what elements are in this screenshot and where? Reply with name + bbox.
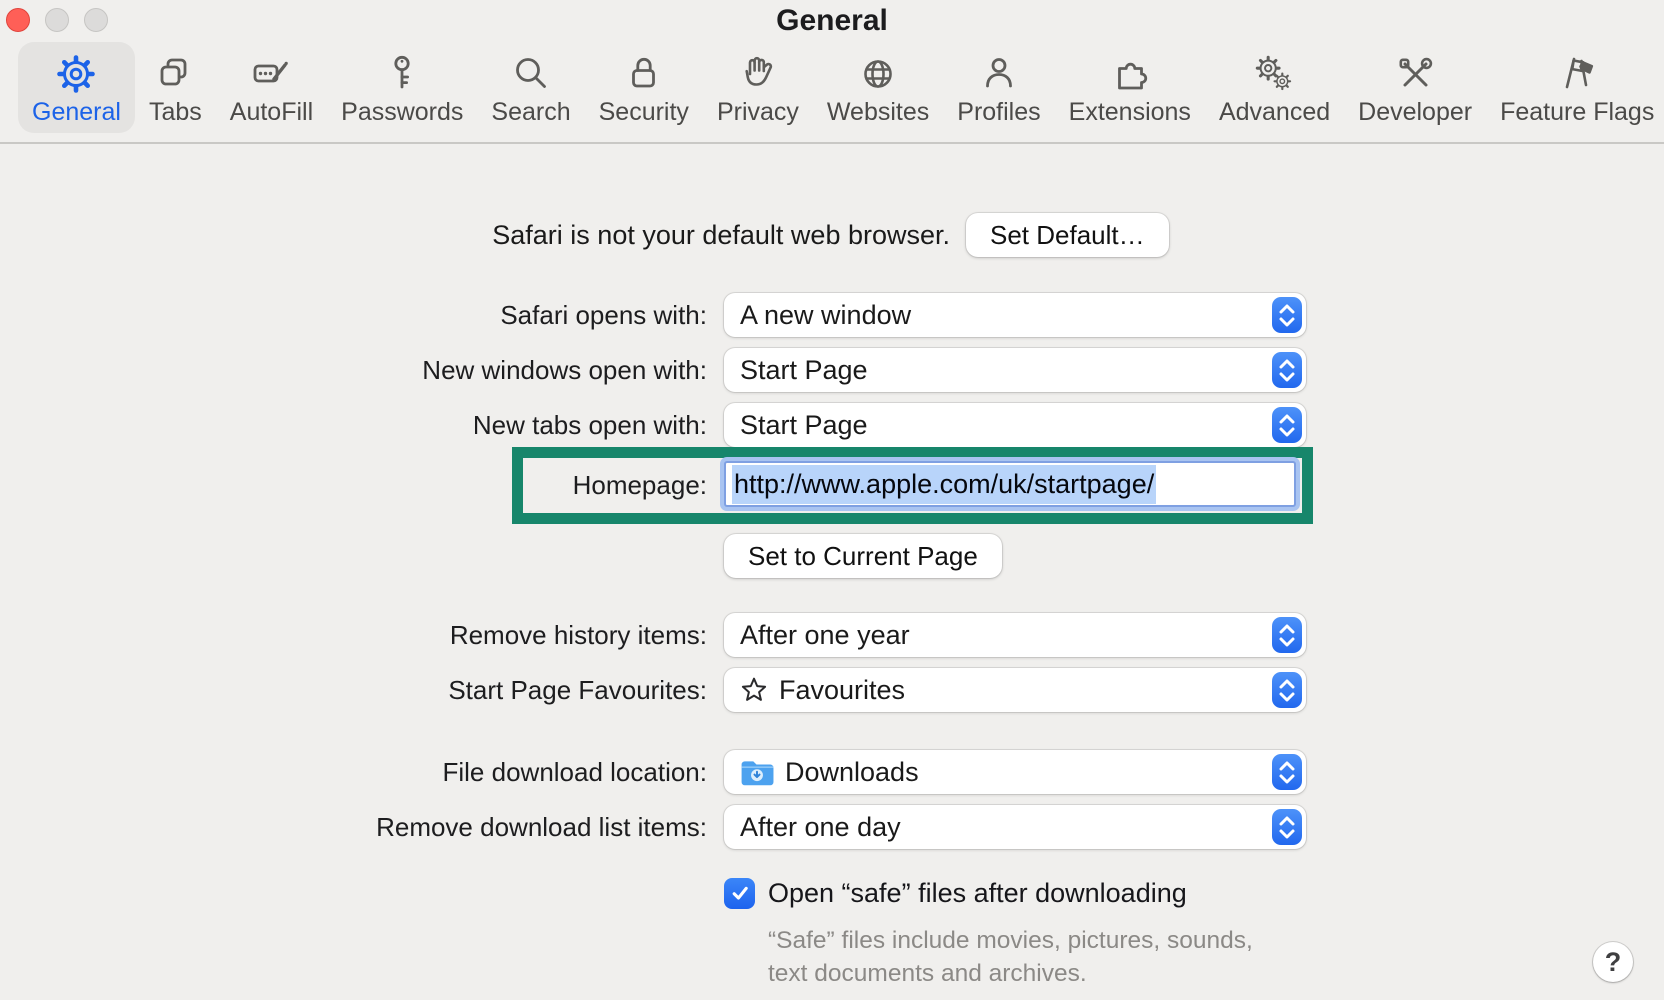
popup-value: After one day [740,811,901,842]
popup-value: A new window [740,299,912,330]
chevron-up-down-icon[interactable] [1272,617,1302,653]
tab-label: Websites [826,98,930,126]
remove-download-list-items-label: Remove download list items: [376,812,707,842]
safe-files-note-line2: text documents and archives. [768,960,1087,987]
tab-label: Profiles [957,98,1041,126]
remove-history-items-row: Remove history items: After one year [0,613,1664,657]
title-bar: General [0,0,1664,40]
default-browser-row: Safari is not your default web browser. … [0,213,1664,257]
set-to-current-page-button[interactable]: Set to Current Page [724,534,1002,578]
tab-search[interactable]: Search [477,42,584,133]
chevron-up-down-icon[interactable] [1272,352,1302,388]
tab-feature-flags[interactable]: Feature Flags [1486,42,1664,133]
chevron-up-down-icon[interactable] [1272,809,1302,845]
window-title: General [776,4,888,37]
remove-history-items-label: Remove history items: [449,620,707,650]
start-page-favourites-label: Start Page Favourites: [448,675,707,705]
lock-icon [631,57,655,88]
safe-files-note-line1: “Safe” files include movies, pictures, s… [768,927,1253,954]
safari-settings-window: General General Tabs AutoFill Passwords … [0,0,1664,1000]
gear-icon [53,51,99,97]
open-safe-files-label: Open “safe” files after downloading [768,877,1187,908]
remove-download-list-items-row: Remove download list items: After one da… [0,805,1664,849]
popup-value: Start Page [740,354,868,385]
file-download-location-row: File download location: Downloads [0,750,1664,794]
puzzle-icon [1117,62,1147,90]
homepage-input[interactable]: http://www.apple.com/uk/startpage/ [724,461,1296,507]
tab-label: Extensions [1068,98,1191,126]
new-tabs-open-with-label: New tabs open with: [472,410,707,440]
popup-value: After one year [740,619,910,650]
tab-label: Passwords [341,98,464,126]
tab-websites[interactable]: Websites [813,42,943,133]
start-page-favourites-popup[interactable]: Favourites [724,668,1306,712]
selected-text: http://www.apple.com/uk/startpage/ [732,464,1157,504]
safari-opens-with-label: Safari opens with: [500,300,707,330]
globe-icon [864,60,892,88]
tab-label: Search [491,98,571,126]
popup-value: Downloads [785,756,919,787]
flags-icon [1565,57,1594,89]
checkmark-icon [732,886,748,900]
set-default-button[interactable]: Set Default… [966,213,1169,257]
remove-history-items-popup[interactable]: After one year [724,613,1306,657]
new-windows-open-with-row: New windows open with: Start Page [0,348,1664,392]
chevron-up-down-icon[interactable] [1272,754,1302,790]
start-page-favourites-row: Start Page Favourites: Favourites [0,668,1664,712]
file-download-location-popup[interactable]: Downloads [724,750,1306,794]
popup-value: Start Page [740,409,868,440]
tab-label: Developer [1358,98,1473,126]
tab-developer[interactable]: Developer [1344,42,1486,133]
safari-opens-with-row: Safari opens with: A new window [0,293,1664,337]
open-safe-files-row: Open “safe” files after downloading [724,877,1187,909]
chevron-up-down-icon[interactable] [1272,407,1302,443]
new-tabs-open-with-popup[interactable]: Start Page [724,403,1306,447]
new-windows-open-with-label: New windows open with: [422,355,707,385]
magnifier-icon [516,58,546,88]
tab-tabs[interactable]: Tabs [135,42,216,133]
tab-extensions[interactable]: Extensions [1055,42,1205,133]
tab-label: AutoFill [229,98,314,126]
safari-opens-with-popup[interactable]: A new window [724,293,1306,337]
downloads-folder-icon [741,760,774,785]
chevron-up-down-icon[interactable] [1272,297,1302,333]
tab-general[interactable]: General [18,42,135,133]
tab-privacy[interactable]: Privacy [703,42,813,133]
popup-value: Favourites [779,674,906,705]
close-window-button[interactable] [6,8,30,32]
minimize-window-button[interactable] [45,8,69,32]
open-safe-files-checkbox[interactable] [724,877,755,909]
homepage-label: Homepage: [572,470,707,500]
autofill-card-icon [254,61,289,83]
tab-label: Feature Flags [1500,98,1655,126]
remove-download-list-items-popup[interactable]: After one day [724,805,1306,849]
key-icon [394,55,410,89]
zoom-window-button[interactable] [84,8,108,32]
file-download-location-label: File download location: [442,757,708,787]
tab-label: Security [598,98,689,126]
person-icon [986,58,1012,88]
tab-label: Privacy [716,98,799,126]
tab-label: Tabs [148,98,202,126]
default-browser-message: Safari is not your default web browser. [492,220,950,250]
tab-label: Advanced [1218,98,1331,126]
new-windows-open-with-popup[interactable]: Start Page [724,348,1306,392]
tools-icon [1399,57,1433,87]
tab-autofill[interactable]: AutoFill [216,42,327,133]
new-tabs-open-with-row: New tabs open with: Start Page [0,403,1664,447]
tabs-icon [160,58,187,86]
tab-label: General [32,98,121,126]
settings-toolbar: General Tabs AutoFill Passwords Search S… [0,40,1664,144]
chevron-up-down-icon[interactable] [1272,672,1302,708]
double-gear-icon [1255,55,1291,91]
hand-icon [745,56,773,86]
help-button[interactable]: ? [1593,942,1633,982]
set-to-current-page-row: Set to Current Page [0,534,1664,578]
tab-passwords[interactable]: Passwords [327,42,477,133]
tab-security[interactable]: Security [585,42,703,133]
safe-files-note: “Safe” files include movies, pictures, s… [768,924,1253,990]
tab-advanced[interactable]: Advanced [1205,42,1344,133]
tab-profiles[interactable]: Profiles [943,42,1054,133]
star-icon [741,677,767,701]
